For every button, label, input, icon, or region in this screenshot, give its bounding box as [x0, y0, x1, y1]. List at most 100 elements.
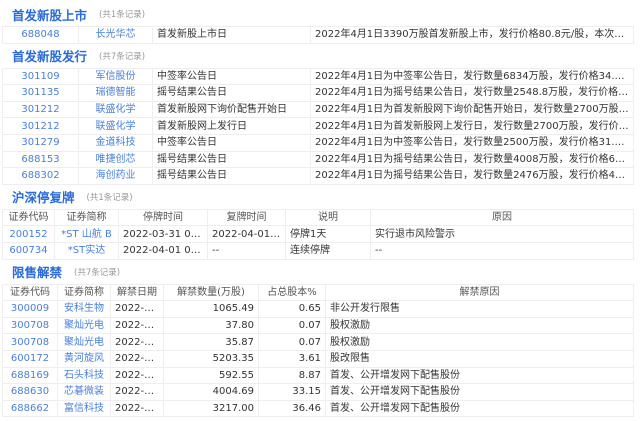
stock-code-link[interactable]: 600172	[2, 349, 58, 368]
section-title: 沪深停复牌	[12, 190, 75, 206]
column-header: 占总股本%	[258, 283, 326, 302]
event-type: 摇号结果公告日	[152, 150, 311, 169]
section-header: 沪深停复牌 (共1条记录)	[0, 185, 640, 209]
stock-code-link[interactable]: 600734	[2, 241, 55, 260]
suspension-table: 证券代码 证券简称 停牌时间 复牌时间 说明 原因 200152 *ST 山航 B 2022-0…	[2, 208, 634, 260]
table-row: 300708聚灿光电2022-04-0137.800.07股权激励	[2, 316, 634, 335]
stock-name-link[interactable]: 联盛化学	[78, 100, 153, 119]
stock-name-link[interactable]: *ST 山航 B	[54, 225, 119, 243]
event-description: 2022年4月1日3390万股首发新股上市，发行价格80.8元/股，本次流通数量…	[310, 26, 634, 44]
event-type: 首发新股网上发行日	[152, 117, 311, 135]
record-count: (共1条记录)	[99, 10, 146, 20]
column-header: 停牌时间	[118, 208, 208, 227]
stock-code-link[interactable]: 688662	[2, 399, 58, 418]
stock-name-link[interactable]: 聚灿光电	[57, 316, 111, 335]
column-header: 证券代码	[2, 208, 55, 227]
record-count: (共7条记录)	[74, 267, 121, 278]
unlock-date: 2022-04-01	[110, 349, 164, 368]
stock-code-link[interactable]: 200152	[2, 225, 55, 243]
stock-name-link[interactable]: 石头科技	[57, 366, 111, 385]
unlock-amount: 35.87	[163, 333, 259, 351]
column-header: 证券简称	[57, 283, 111, 302]
table-row: 600734 *ST实达 2022-04-01 09:30 -- 连续停牌 --	[2, 241, 634, 260]
reason: 实行退市风险警示	[370, 225, 634, 243]
stock-name-link[interactable]: 唯捷创芯	[78, 150, 153, 169]
table-row: 688302 海创药业 摇号结果公告日 2022年4月1日为摇号结果公告日，发行数量2…	[2, 167, 634, 185]
stock-code-link[interactable]: 688169	[2, 366, 58, 385]
stock-name-link[interactable]: 长光华芯	[78, 26, 153, 44]
stock-name-link[interactable]: 金道科技	[78, 133, 153, 152]
share-ratio: 33.15	[258, 383, 326, 401]
stock-name-link[interactable]: *ST实达	[54, 241, 119, 260]
table-row: 301109 军信股份 中签率公告日 2022年4月1日为中签率公告日，发行数量683…	[2, 67, 634, 86]
event-type: 首发新股网下询价配售开始日	[152, 100, 311, 119]
note: 连续停牌	[285, 241, 371, 260]
stock-code-link[interactable]: 688630	[2, 383, 58, 401]
unlock-section: 限售解禁 (共7条记录) 证券代码 证券简称 解禁日期 解禁数量(万股) 占总股本% 解禁原…	[0, 260, 640, 418]
table-row: 688169石头科技2022-04-01592.558.87首发、公开增发网下配…	[2, 366, 634, 385]
unlock-amount: 5203.35	[163, 349, 259, 368]
stock-code-link[interactable]: 300708	[2, 333, 58, 351]
stock-name-link[interactable]: 聚灿光电	[57, 333, 111, 351]
stock-code-link[interactable]: 301135	[2, 84, 79, 102]
table-row: 301279 金道科技 中签率公告日 2022年4月1日为中签率公告日，发行数量250…	[2, 133, 634, 152]
ipo-listing-section: 首发新股上市 (共1条记录) 688048 长光华芯 首发新股上市日 2022年4月1日…	[0, 2, 640, 44]
stock-code-link[interactable]: 301212	[2, 100, 79, 119]
table-row: 300708聚灿光电2022-04-0135.870.07股权激励	[2, 333, 634, 351]
event-description: 2022年4月1日为摇号结果公告日，发行数量2548.8万股，发行价格31.98…	[310, 84, 634, 102]
stock-code-link[interactable]: 688153	[2, 150, 79, 169]
stock-name-link[interactable]: 联盛化学	[78, 117, 153, 135]
unlock-amount: 592.55	[163, 366, 259, 385]
suspend-time: 2022-04-01 09:30	[118, 241, 208, 260]
table-row: 688048 长光华芯 首发新股上市日 2022年4月1日3390万股首发新股上市，发…	[2, 26, 634, 44]
reason: --	[370, 241, 634, 260]
share-ratio: 0.65	[258, 300, 326, 318]
suspend-time: 2022-03-31 09:30	[118, 225, 208, 243]
stock-name-link[interactable]: 芯碁微装	[57, 383, 111, 401]
event-type: 摇号结果公告日	[152, 84, 311, 102]
unlock-date: 2022-04-01	[110, 383, 164, 401]
unlock-reason: 股权激励	[325, 316, 634, 335]
stock-code-link[interactable]: 301279	[2, 133, 79, 152]
event-description: 2022年4月1日为首发新股网下询价配售开始日，发行数量2700万股，发行...	[310, 100, 634, 119]
ipo-issue-table: 301109 军信股份 中签率公告日 2022年4月1日为中签率公告日，发行数量683…	[2, 67, 634, 185]
stock-name-link[interactable]: 海创药业	[78, 167, 153, 185]
suspension-section: 沪深停复牌 (共1条记录) 证券代码 证券简称 停牌时间 复牌时间 说明 原因 200152 *…	[0, 185, 640, 260]
column-header: 解禁数量(万股)	[163, 283, 259, 302]
event-type: 摇号结果公告日	[152, 167, 311, 185]
event-type: 中签率公告日	[152, 133, 311, 152]
table-row: 600172黄河旋风2022-04-015203.353.61股改限售	[2, 349, 634, 368]
unlock-reason: 首发、公开增发网下配售股份	[325, 399, 634, 418]
table-row: 688153 唯捷创芯 摇号结果公告日 2022年4月1日为摇号结果公告日，发行数量4…	[2, 150, 634, 169]
table-row: 301212 联盛化学 首发新股网下询价配售开始日 2022年4月1日为首发新股网下询…	[2, 100, 634, 119]
share-ratio: 0.07	[258, 333, 326, 351]
unlock-amount: 1065.49	[163, 300, 259, 318]
stock-name-link[interactable]: 安科生物	[57, 300, 111, 318]
stock-code-link[interactable]: 688048	[2, 26, 79, 44]
ipo-listing-table: 688048 长光华芯 首发新股上市日 2022年4月1日3390万股首发新股上市，发…	[2, 26, 634, 44]
section-title: 首发新股上市	[12, 7, 88, 23]
event-description: 2022年4月1日为摇号结果公告日，发行数量4008万股，发行价格66.6元/股…	[310, 150, 634, 169]
stock-name-link[interactable]: 黄河旋风	[57, 349, 111, 368]
stock-code-link[interactable]: 301109	[2, 67, 79, 86]
stock-name-link[interactable]: 瑞德智能	[78, 84, 153, 102]
header-row: 证券代码 证券简称 停牌时间 复牌时间 说明 原因	[2, 208, 634, 227]
stock-code-link[interactable]: 301212	[2, 117, 79, 135]
column-header: 原因	[370, 208, 634, 227]
stock-name-link[interactable]: 富信科技	[57, 399, 111, 418]
unlock-table: 证券代码 证券简称 解禁日期 解禁数量(万股) 占总股本% 解禁原因 300009 安科生物 2…	[2, 283, 634, 418]
share-ratio: 36.46	[258, 399, 326, 418]
column-header: 证券代码	[2, 283, 58, 302]
stock-code-link[interactable]: 300708	[2, 316, 58, 335]
stock-name-link[interactable]: 军信股份	[78, 67, 153, 86]
column-header: 证券简称	[54, 208, 119, 227]
column-header: 复牌时间	[207, 208, 286, 227]
share-ratio: 0.07	[258, 316, 326, 335]
resume-time: 2022-04-01 09:30	[207, 225, 286, 243]
table-row: 200152 *ST 山航 B 2022-03-31 09:30 2022-04-01…	[2, 225, 634, 243]
stock-code-link[interactable]: 300009	[2, 300, 58, 318]
unlock-amount: 37.80	[163, 316, 259, 335]
stock-code-link[interactable]: 688302	[2, 167, 79, 185]
resume-time: --	[207, 241, 286, 260]
header-row: 证券代码 证券简称 解禁日期 解禁数量(万股) 占总股本% 解禁原因	[2, 283, 634, 302]
